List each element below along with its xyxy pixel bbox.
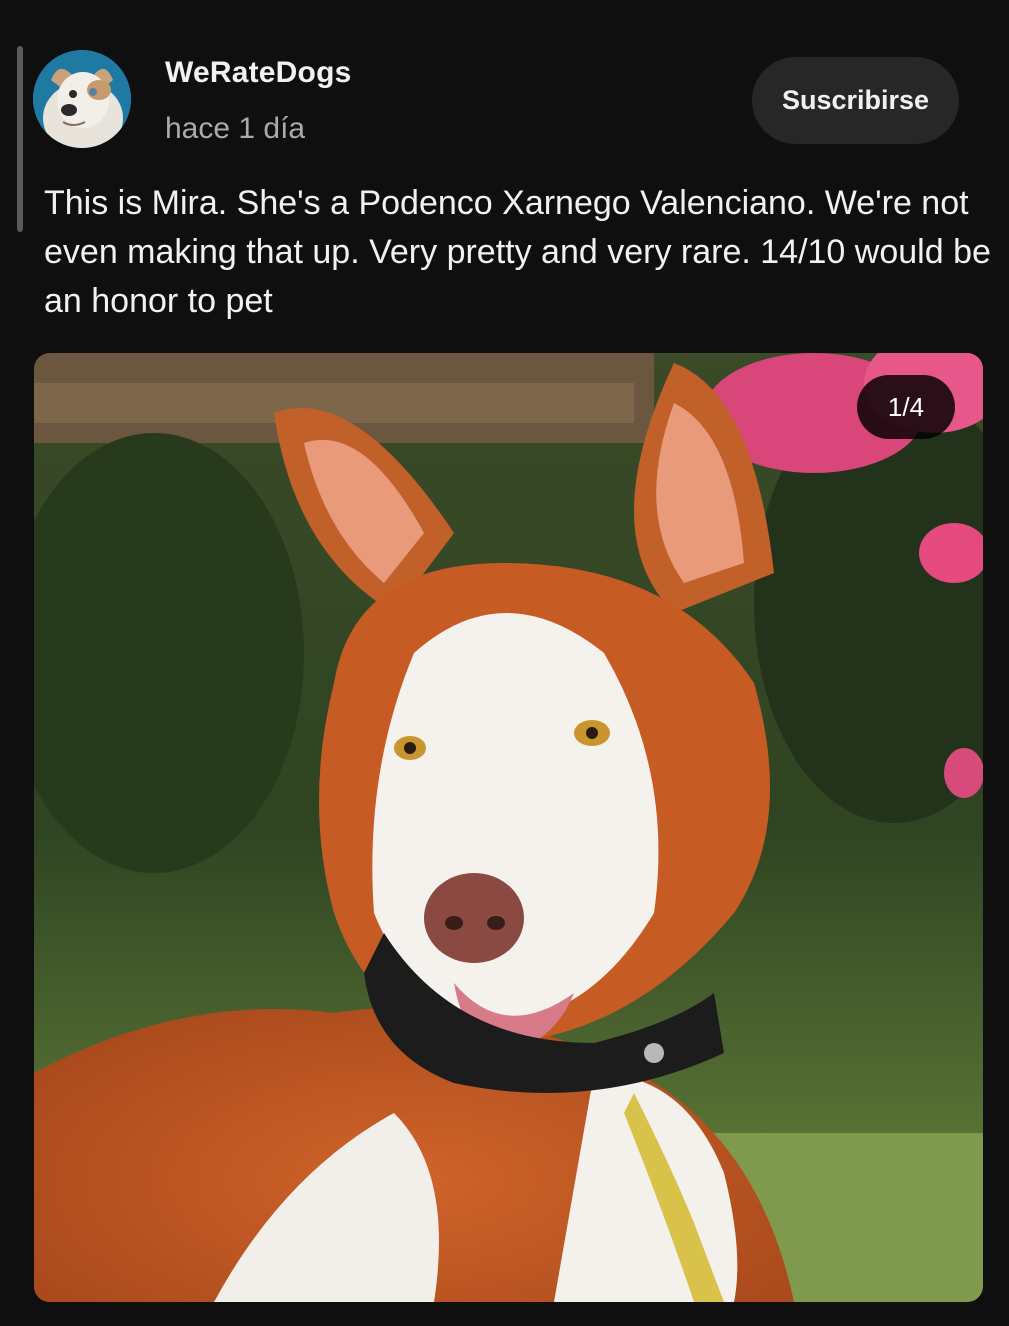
- post-left-rule: [17, 46, 23, 232]
- carousel-counter-badge: 1/4: [857, 375, 955, 439]
- dog-avatar-icon: [33, 50, 131, 148]
- subscribe-button[interactable]: Suscribirse: [752, 57, 959, 144]
- post-body-text: This is Mira. She's a Podenco Xarnego Va…: [44, 184, 991, 320]
- channel-avatar[interactable]: [33, 50, 131, 148]
- channel-name[interactable]: WeRateDogs: [165, 56, 351, 90]
- dog-photo: [34, 353, 983, 1302]
- post-image-carousel[interactable]: 1/4: [34, 353, 983, 1302]
- post-timestamp: hace 1 día: [165, 112, 306, 145]
